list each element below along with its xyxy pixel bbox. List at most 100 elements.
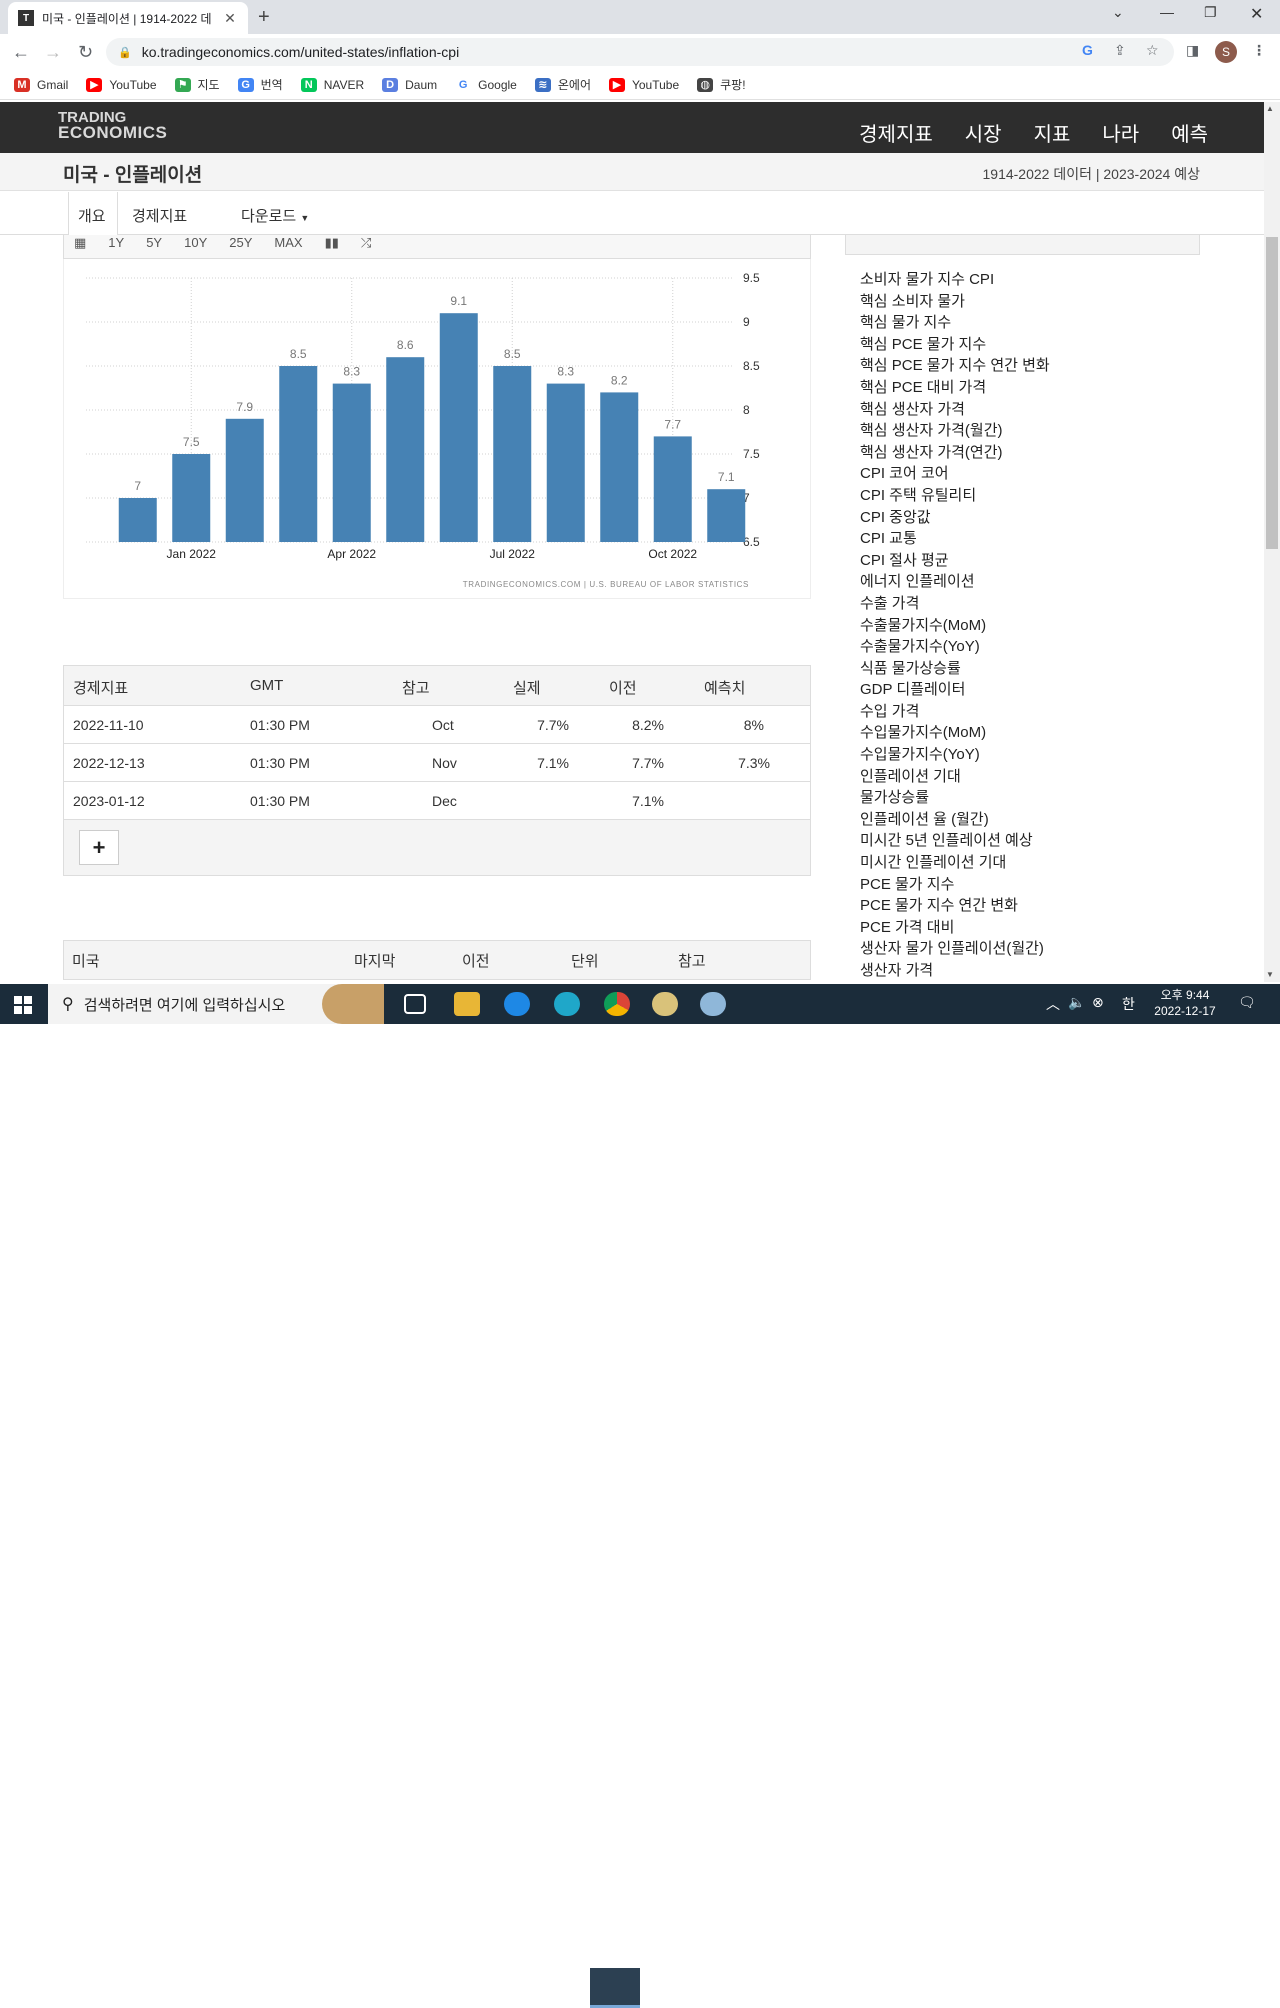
list-item[interactable]: 수출 가격	[860, 593, 1200, 615]
list-item[interactable]: GDP 디플레이터	[860, 679, 1200, 701]
share-icon[interactable]: ⇪	[1114, 42, 1126, 59]
range-25y-button[interactable]: 25Y	[229, 235, 252, 250]
internet-explorer-icon[interactable]	[504, 992, 530, 1016]
lock-icon[interactable]: 🔒	[118, 46, 132, 59]
window-close-button[interactable]: ✕	[1250, 4, 1263, 24]
list-item[interactable]: CPI 교통	[860, 528, 1200, 550]
bookmark-2[interactable]: ⚑지도	[175, 76, 220, 93]
profile-avatar[interactable]: S	[1215, 41, 1237, 63]
list-item[interactable]: PCE 물가 지수 연간 변화	[860, 895, 1200, 917]
bookmark-1[interactable]: ▶YouTube	[86, 78, 156, 92]
minimize-button[interactable]: —	[1160, 4, 1174, 20]
list-item[interactable]: CPI 주택 유틸리티	[860, 485, 1200, 507]
nav-item-markets[interactable]: 시장	[965, 118, 1002, 147]
list-item[interactable]: 핵심 생산자 가격	[860, 399, 1200, 421]
list-item[interactable]: 핵심 PCE 물가 지수	[860, 334, 1200, 356]
bookmark-9[interactable]: ◍쿠팡!	[697, 76, 745, 93]
list-item[interactable]: 핵심 생산자 가격(월간)	[860, 420, 1200, 442]
bookmark-7[interactable]: ≋온에어	[535, 76, 591, 93]
file-explorer-icon[interactable]	[454, 992, 480, 1016]
nav-item-forecasts[interactable]: 예측	[1171, 118, 1208, 147]
list-item[interactable]: 핵심 물가 지수	[860, 312, 1200, 334]
list-item[interactable]: CPI 절사 평균	[860, 550, 1200, 572]
row-forecast: 7.3%	[738, 755, 770, 771]
list-item[interactable]: 핵심 PCE 물가 지수 연간 변화	[860, 355, 1200, 377]
list-item[interactable]: 식품 물가상승률	[860, 658, 1200, 680]
list-item[interactable]: 수입물가지수(YoY)	[860, 744, 1200, 766]
list-item[interactable]: 인플레이션 기대	[860, 766, 1200, 788]
site-logo[interactable]: TRADING ECONOMICS	[58, 110, 167, 140]
bookmark-star-icon[interactable]: ☆	[1146, 42, 1159, 59]
bookmark-6[interactable]: GGoogle	[455, 78, 517, 92]
tab-overview[interactable]: 개요	[78, 205, 106, 226]
list-item[interactable]: PCE 물가 지수	[860, 874, 1200, 896]
system-clock[interactable]: 오후 9:44 2022-12-17	[1150, 987, 1220, 1019]
chrome-icon[interactable]	[604, 992, 630, 1016]
bookmark-5[interactable]: DDaum	[382, 78, 437, 92]
list-item[interactable]: 물가상승률	[860, 787, 1200, 809]
bookmark-label: Daum	[405, 78, 437, 92]
bookmark-4[interactable]: NNAVER	[301, 78, 364, 92]
taskbar-search-box[interactable]: ⚲ 검색하려면 여기에 입력하십시오	[48, 984, 384, 1024]
calendar-icon[interactable]: ▦	[74, 235, 86, 251]
list-item[interactable]: 생산자 가격	[860, 960, 1200, 982]
bookmark-0[interactable]: MGmail	[14, 78, 68, 92]
list-item[interactable]: 수입물가지수(MoM)	[860, 722, 1200, 744]
nav-item-indicators[interactable]: 경제지표	[859, 118, 933, 147]
nav-item-data[interactable]: 지표	[1034, 118, 1071, 147]
list-item[interactable]: 소비자 물가 지수 CPI	[860, 269, 1200, 291]
reload-button[interactable]: ↻	[78, 42, 93, 63]
address-bar[interactable]: 🔒 ko.tradingeconomics.com/united-states/…	[106, 38, 1174, 66]
scrollbar-thumb[interactable]	[1266, 237, 1278, 549]
list-item[interactable]: 미시간 5년 인플레이션 예상	[860, 830, 1200, 852]
bar-chart-icon[interactable]: ▮▮	[325, 235, 339, 251]
list-item[interactable]: 핵심 PCE 대비 가격	[860, 377, 1200, 399]
range-5y-button[interactable]: 5Y	[146, 235, 162, 250]
list-item[interactable]: 수입 가격	[860, 701, 1200, 723]
side-panel-icon[interactable]: ◨	[1186, 42, 1199, 59]
edge-icon[interactable]	[554, 992, 580, 1016]
list-item[interactable]: 인플레이션 율 (월간)	[860, 809, 1200, 831]
list-item[interactable]: 수출물가지수(YoY)	[860, 636, 1200, 658]
scroll-down-arrow[interactable]: ▼	[1266, 970, 1274, 979]
menu-kebab-icon[interactable]: ⋮	[1252, 42, 1266, 59]
list-item[interactable]: 미시간 인플레이션 기대	[860, 852, 1200, 874]
forward-button[interactable]: →	[44, 42, 62, 63]
list-item[interactable]: 수출물가지수(MoM)	[860, 615, 1200, 637]
nav-item-countries[interactable]: 나라	[1102, 118, 1139, 147]
show-hidden-icons-icon[interactable]: ︿	[1046, 994, 1060, 1014]
restore-button[interactable]: ❐	[1204, 4, 1217, 21]
add-button[interactable]: +	[79, 830, 119, 865]
tab-indicators[interactable]: 경제지표	[132, 205, 187, 226]
browser-tab[interactable]: T 미국 - 인플레이션 | 1914-2022 데 ✕	[8, 2, 248, 34]
list-item[interactable]: 핵심 생산자 가격(연간)	[860, 442, 1200, 464]
network-icon[interactable]: ⊗	[1092, 994, 1104, 1011]
google-translate-icon[interactable]: G	[1082, 42, 1093, 58]
range-1y-button[interactable]: 1Y	[108, 235, 124, 250]
volume-icon[interactable]: 🔈	[1068, 994, 1085, 1011]
list-item[interactable]: 핵심 소비자 물가	[860, 291, 1200, 313]
notification-icon[interactable]: 🗨	[1238, 994, 1256, 1011]
range-max-button[interactable]: MAX	[274, 235, 302, 250]
task-view-icon[interactable]	[404, 994, 426, 1014]
ime-indicator[interactable]: 한	[1122, 994, 1135, 1014]
scroll-up-arrow[interactable]: ▲	[1266, 104, 1274, 113]
tab-close-icon[interactable]: ✕	[222, 10, 238, 27]
list-item[interactable]: CPI 코어 코어	[860, 463, 1200, 485]
gmail-icon: M	[14, 78, 30, 92]
windows-start-icon[interactable]	[14, 996, 32, 1014]
download-dropdown[interactable]: 다운로드 ▼	[241, 205, 309, 226]
paint-icon[interactable]	[700, 992, 726, 1016]
bookmark-3[interactable]: G번역	[238, 76, 283, 93]
list-item[interactable]: 에너지 인플레이션	[860, 571, 1200, 593]
kakao-owl-icon[interactable]	[652, 992, 678, 1016]
list-item[interactable]: CPI 중앙값	[860, 507, 1200, 529]
bookmark-8[interactable]: ▶YouTube	[609, 78, 679, 92]
range-10y-button[interactable]: 10Y	[184, 235, 207, 250]
list-item[interactable]: PCE 가격 대비	[860, 917, 1200, 939]
new-tab-button[interactable]: +	[258, 6, 270, 29]
tab-search-icon[interactable]: ⌄	[1112, 4, 1124, 21]
compare-icon[interactable]: ⤮	[361, 235, 371, 251]
list-item[interactable]: 생산자 물가 인플레이션(월간)	[860, 938, 1200, 960]
back-button[interactable]: ←	[12, 42, 30, 63]
